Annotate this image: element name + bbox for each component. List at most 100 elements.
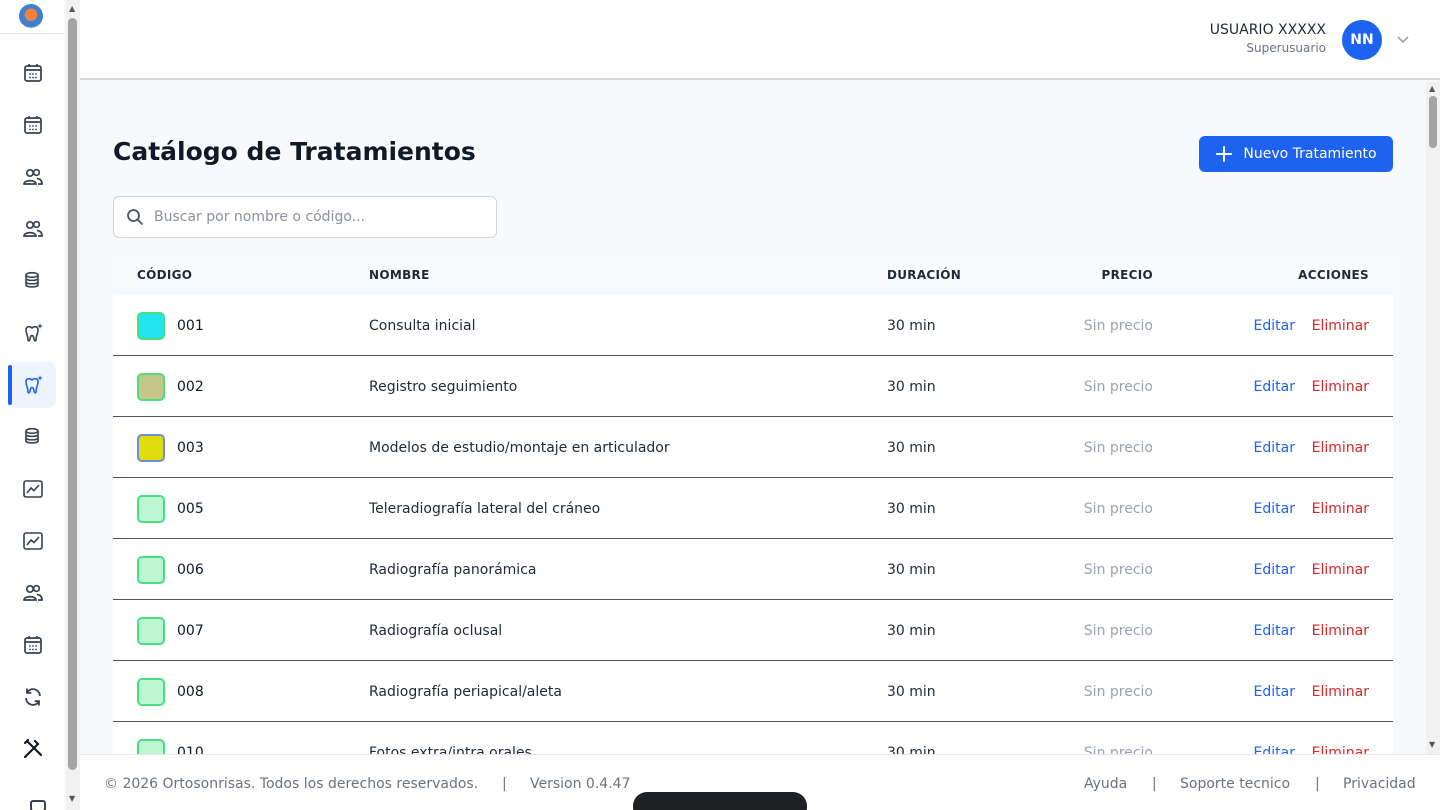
sidebar-item-0[interactable]: [10, 50, 56, 96]
scroll-down-arrow[interactable]: ▼: [69, 794, 75, 803]
calendar-icon: [24, 116, 42, 134]
row-duration: 30 min: [887, 318, 936, 334]
treatments-table: CÓDIGO NOMBRE DURACIÓN PRECIO ACCIONES 0…: [113, 257, 1393, 754]
sidebar-scrollbar[interactable]: ▲ ▼: [66, 0, 80, 810]
row-duration: 30 min: [887, 623, 936, 639]
sidebar: [0, 0, 64, 810]
color-swatch: [137, 495, 165, 523]
sidebar-item-1[interactable]: [10, 102, 56, 148]
column-header-price[interactable]: PRECIO: [1101, 268, 1153, 282]
scroll-up-arrow[interactable]: ▲: [69, 4, 75, 13]
delete-link[interactable]: Eliminar: [1312, 623, 1369, 639]
footer-separator: |: [1152, 776, 1157, 792]
footer-support-link[interactable]: Soporte tecnico: [1180, 776, 1290, 792]
table-row: 005 Teleradiografía lateral del cráneo 30 …: [113, 478, 1393, 539]
row-duration: 30 min: [887, 684, 936, 700]
edit-link[interactable]: Editar: [1254, 501, 1295, 517]
sidebar-item-8[interactable]: [10, 466, 56, 512]
sidebar-item-11[interactable]: [10, 622, 56, 668]
calendar-icon: [24, 636, 42, 654]
delete-link[interactable]: Eliminar: [1312, 745, 1369, 754]
table-body: 001 Consulta inicial 30 min Sin precio Edita…: [113, 295, 1393, 754]
row-name: Teleradiografía lateral del cráneo: [369, 501, 601, 517]
edit-link[interactable]: Editar: [1254, 440, 1295, 456]
sidebar-divider: [0, 33, 64, 34]
table-row: 003 Modelos de estudio/montaje en articul…: [113, 417, 1393, 478]
footer-help-link[interactable]: Ayuda: [1084, 776, 1127, 792]
delete-link[interactable]: Eliminar: [1312, 318, 1369, 334]
row-name: Modelos de estudio/montaje en articulado…: [369, 440, 670, 456]
user-role: Superusuario: [1246, 41, 1326, 55]
search-input[interactable]: [154, 209, 484, 225]
search-icon: [127, 209, 143, 225]
sidebar-item-7[interactable]: [10, 414, 56, 460]
row-price: Sin precio: [1083, 562, 1153, 578]
main-scrollbar[interactable]: ▲ ▼: [1426, 82, 1440, 754]
color-swatch: [137, 556, 165, 584]
sidebar-item-5[interactable]: [10, 310, 56, 356]
tools-icon: [23, 738, 43, 759]
row-code: 010: [177, 745, 204, 754]
sidebar-scroll-thumb[interactable]: [68, 18, 77, 770]
row-code: 001: [177, 318, 204, 334]
color-swatch: [137, 312, 165, 340]
column-header-name[interactable]: NOMBRE: [369, 268, 430, 282]
floating-toolbar[interactable]: [633, 792, 807, 810]
chevron-down-icon[interactable]: [1396, 32, 1410, 46]
row-code: 005: [177, 501, 204, 517]
edit-link[interactable]: Editar: [1254, 623, 1295, 639]
refresh-icon: [25, 688, 41, 706]
sidebar-item-3[interactable]: [10, 206, 56, 252]
footer-separator: |: [1315, 776, 1320, 792]
row-code: 008: [177, 684, 204, 700]
table-header: CÓDIGO NOMBRE DURACIÓN PRECIO ACCIONES: [113, 257, 1393, 295]
color-swatch: [137, 617, 165, 645]
row-name: Radiografía panorámica: [369, 562, 537, 578]
calendar-icon: [24, 64, 42, 82]
footer-privacy-link[interactable]: Privacidad: [1343, 776, 1416, 792]
column-header-code[interactable]: CÓDIGO: [137, 268, 192, 282]
color-swatch: [137, 373, 165, 401]
row-price: Sin precio: [1083, 623, 1153, 639]
edit-link[interactable]: Editar: [1254, 318, 1295, 334]
table-row: 007 Radiografía oclusal 30 min Sin precio Ed…: [113, 600, 1393, 661]
delete-link[interactable]: Eliminar: [1312, 440, 1369, 456]
tooth-sparkle-icon: [25, 323, 43, 342]
sidebar-item-6[interactable]: [8, 362, 56, 408]
row-duration: 30 min: [887, 562, 936, 578]
edit-link[interactable]: Editar: [1254, 684, 1295, 700]
row-name: Radiografía oclusal: [369, 623, 503, 639]
footer-version: Version 0.4.47: [530, 776, 631, 792]
delete-link[interactable]: Eliminar: [1312, 379, 1369, 395]
search-box[interactable]: [113, 196, 497, 238]
users-icon: [23, 584, 43, 601]
delete-link[interactable]: Eliminar: [1312, 562, 1369, 578]
table-row: 006 Radiografía panorámica 30 min Sin preci…: [113, 539, 1393, 600]
sidebar-item-2[interactable]: [10, 154, 56, 200]
sidebar-item-9[interactable]: [10, 518, 56, 564]
users-icon: [23, 220, 43, 237]
delete-link[interactable]: Eliminar: [1312, 684, 1369, 700]
top-header: USUARIO XXXXX Superusuario NN: [80, 0, 1440, 80]
app-logo[interactable]: [19, 4, 43, 28]
tooth-sparkle-icon: [25, 375, 43, 394]
row-code: 003: [177, 440, 204, 456]
main-content: Catálogo de Tratamientos Nuevo Tratamien…: [80, 82, 1426, 754]
sidebar-item-12[interactable]: [10, 674, 56, 720]
sidebar-item-10[interactable]: [10, 570, 56, 616]
scroll-down-arrow[interactable]: ▼: [1429, 740, 1435, 749]
sidebar-bottom-icon[interactable]: [30, 800, 46, 810]
edit-link[interactable]: Editar: [1254, 562, 1295, 578]
edit-link[interactable]: Editar: [1254, 379, 1295, 395]
row-price: Sin precio: [1083, 318, 1153, 334]
sidebar-item-13[interactable]: [10, 726, 56, 772]
sidebar-item-4[interactable]: [10, 258, 56, 304]
delete-link[interactable]: Eliminar: [1312, 501, 1369, 517]
table-row: 001 Consulta inicial 30 min Sin precio Edita…: [113, 295, 1393, 356]
column-header-duration[interactable]: DURACIÓN: [887, 268, 961, 282]
new-treatment-button[interactable]: Nuevo Tratamiento: [1199, 136, 1393, 172]
avatar[interactable]: NN: [1342, 20, 1382, 60]
scroll-up-arrow[interactable]: ▲: [1429, 84, 1435, 93]
edit-link[interactable]: Editar: [1254, 745, 1295, 754]
main-scroll-thumb[interactable]: [1429, 96, 1437, 148]
